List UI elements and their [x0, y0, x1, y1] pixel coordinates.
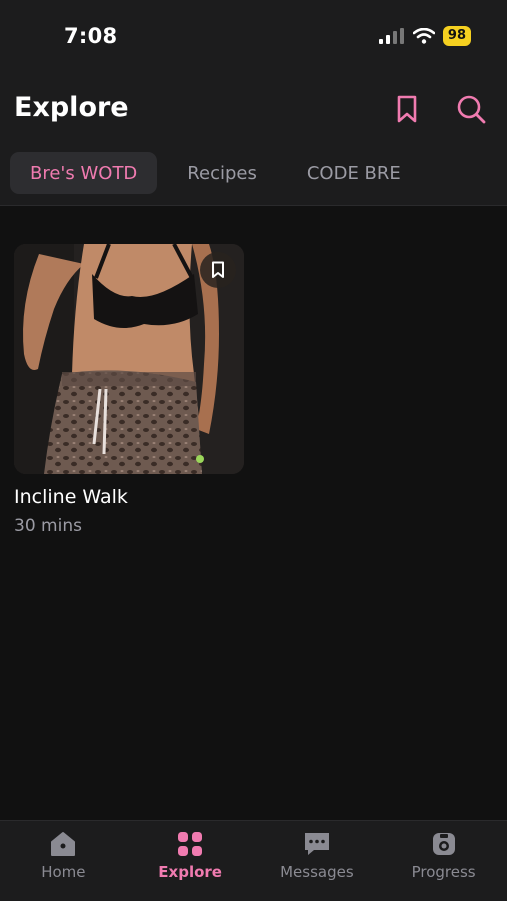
nav-home[interactable]: Home: [0, 821, 127, 901]
tab-bres-wotd[interactable]: Bre's WOTD: [10, 152, 158, 194]
search-icon[interactable]: [456, 94, 486, 124]
nav-messages-label: Messages: [280, 863, 354, 881]
workout-duration: 30 mins: [14, 516, 82, 536]
nav-explore-label: Explore: [158, 863, 222, 881]
nav-progress-label: Progress: [411, 863, 476, 881]
home-icon: [51, 832, 76, 856]
tab-bar: Bre's WOTD Recipes CODE BRE: [10, 152, 421, 194]
camera-icon: [432, 833, 455, 855]
page-title: Explore: [14, 92, 129, 123]
workout-card[interactable]: Incline Walk 30 mins: [14, 244, 244, 536]
bookmark-icon[interactable]: [392, 94, 422, 124]
workout-thumbnail[interactable]: [14, 244, 244, 474]
signal-icon: [378, 28, 404, 44]
grid-icon: [178, 832, 203, 856]
nav-explore[interactable]: Explore: [127, 821, 254, 901]
wifi-icon: [412, 28, 435, 44]
nav-messages[interactable]: Messages: [254, 821, 381, 901]
status-icons: 98: [378, 26, 471, 46]
card-bookmark-button[interactable]: [200, 252, 236, 288]
divider: [0, 205, 507, 206]
nav-home-label: Home: [41, 863, 86, 881]
top-bar: 7:08 98 Explore Bre's WOTD Recipes CODE …: [0, 0, 507, 206]
battery-indicator: 98: [442, 26, 471, 46]
bookmark-icon: [212, 261, 224, 278]
workout-title: Incline Walk: [14, 486, 128, 508]
status-time: 7:08: [64, 24, 118, 48]
tab-code-bre[interactable]: CODE BRE: [287, 152, 421, 194]
nav-progress[interactable]: Progress: [380, 821, 507, 901]
tab-recipes[interactable]: Recipes: [167, 152, 277, 194]
message-icon: [304, 833, 329, 855]
bottom-nav: Home Explore Messages Progress: [0, 820, 507, 901]
